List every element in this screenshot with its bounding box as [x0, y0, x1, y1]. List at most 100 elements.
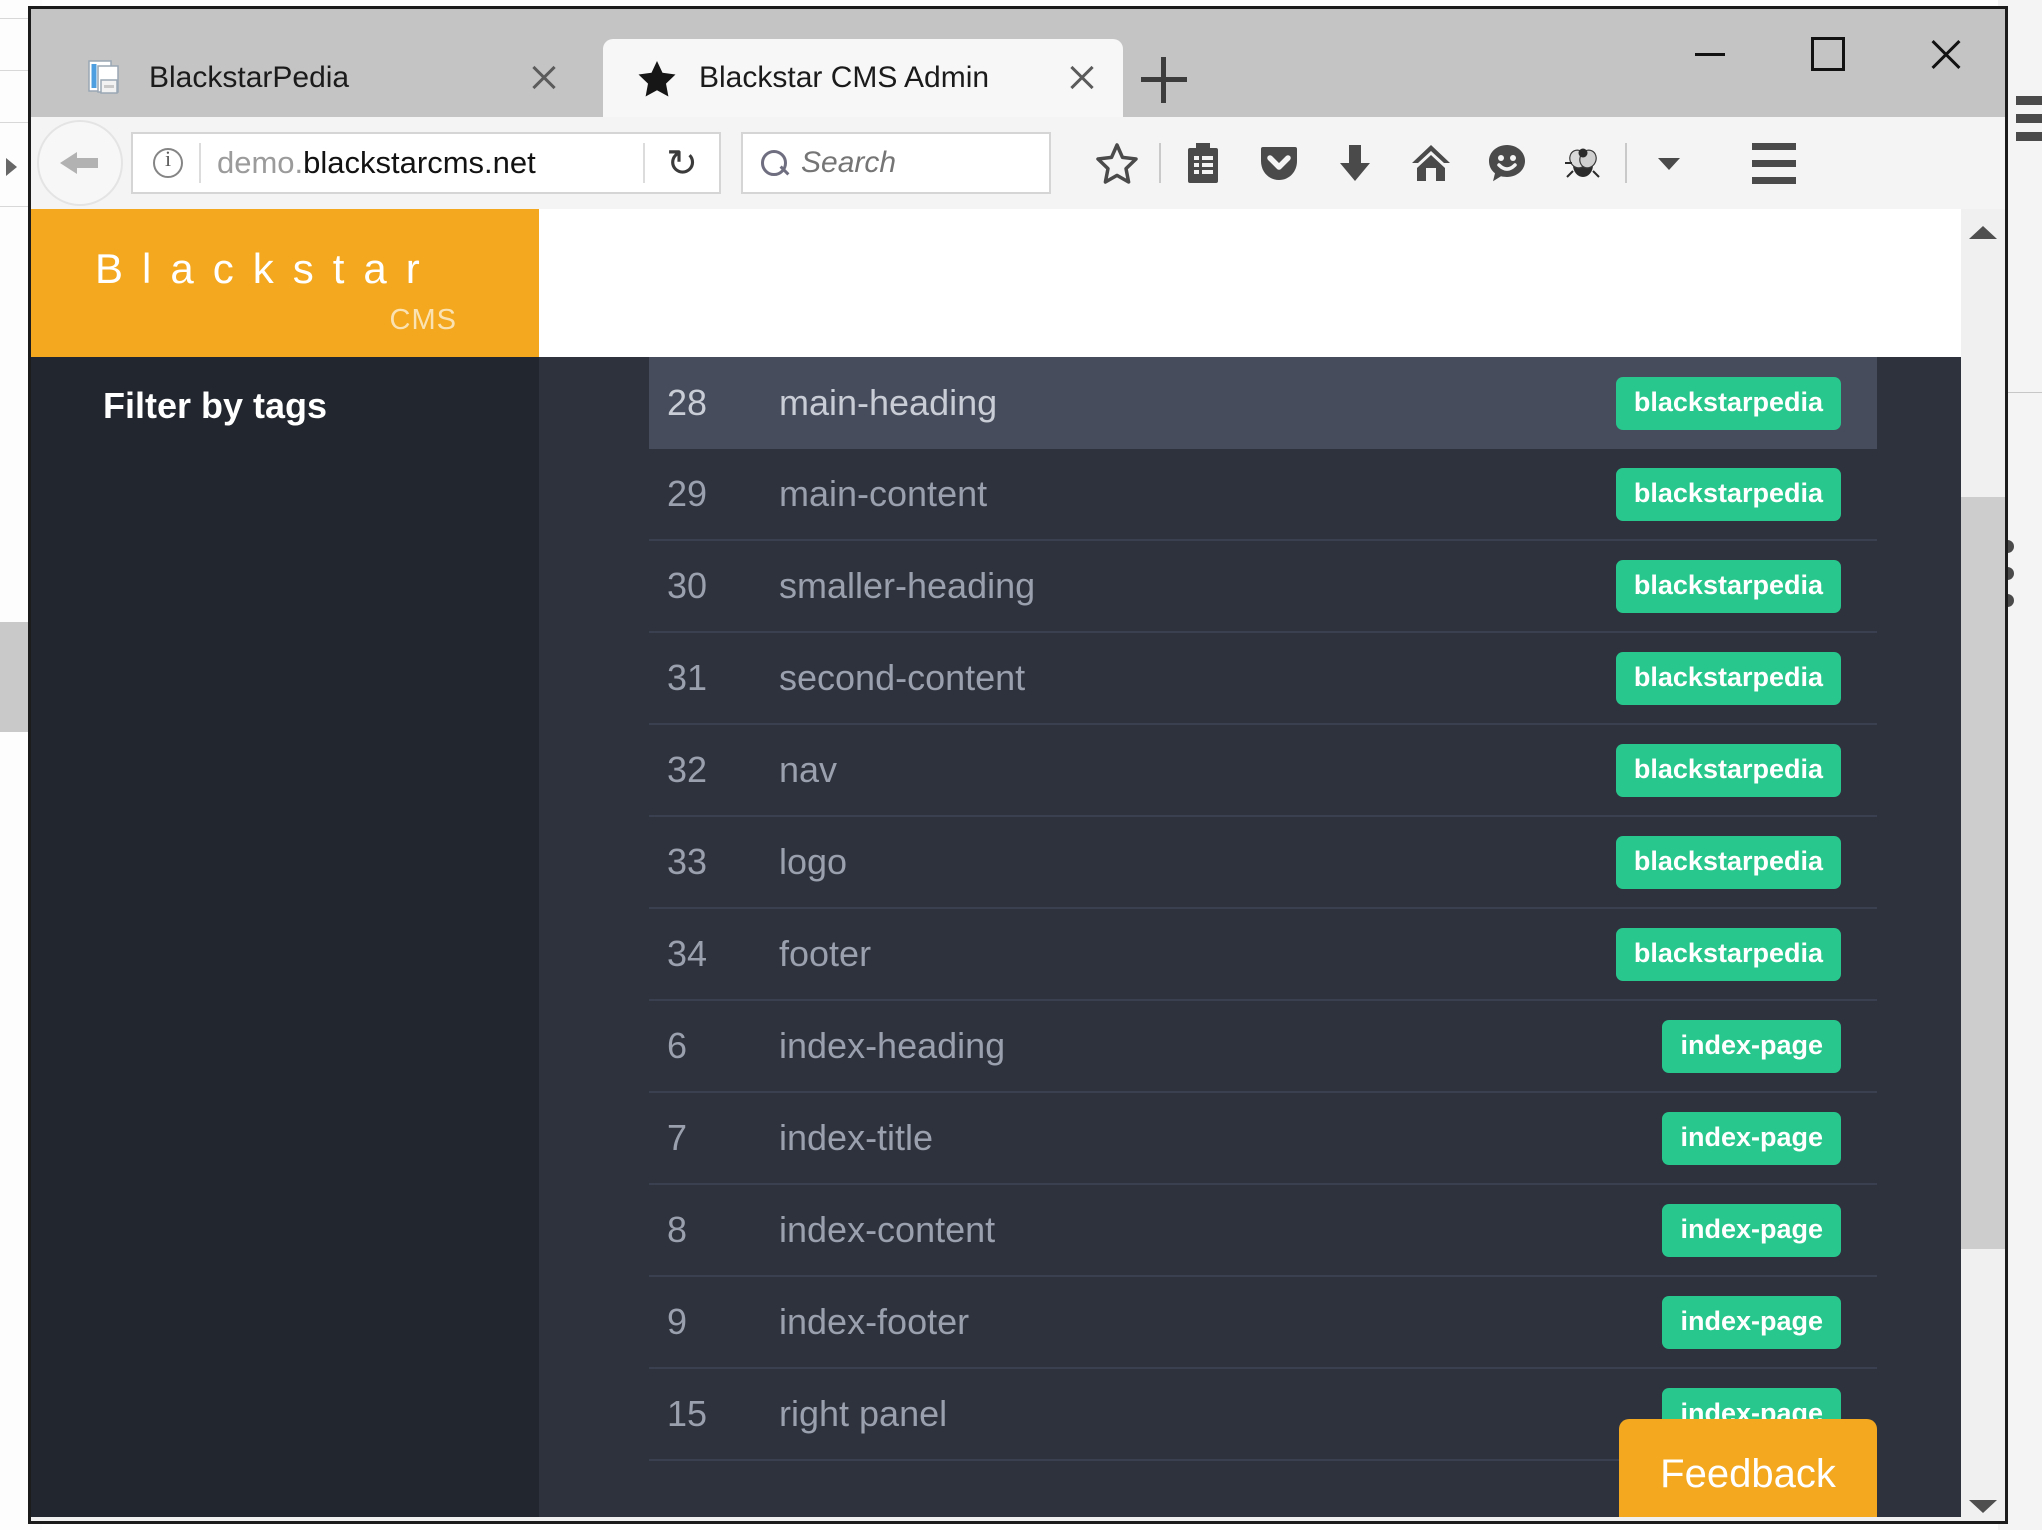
url-text: demo.blackstarcms.net — [201, 145, 643, 181]
row-id: 15 — [667, 1393, 708, 1434]
row-id: 29 — [667, 473, 708, 514]
overflow-chevron-down-icon[interactable] — [1631, 125, 1707, 201]
tab-title: BlackstarPedia — [149, 61, 350, 94]
new-tab-button[interactable] — [1141, 57, 1187, 103]
tag-badge[interactable]: blackstarpedia — [1615, 376, 1841, 430]
row-tags: blackstarpedia — [1615, 651, 1877, 705]
content-area: 28 main-heading blackstarpedia 29 main-conte… — [539, 209, 2005, 1521]
table-row[interactable]: 31 second-content blackstarpedia — [649, 633, 1877, 725]
star-icon — [637, 58, 677, 98]
row-tags: blackstarpedia — [1615, 835, 1877, 889]
hamburger-menu-button[interactable] — [1729, 125, 1819, 201]
table-row[interactable]: 8 index-content index-page — [649, 1185, 1877, 1277]
row-tags: index-page — [1662, 1019, 1877, 1073]
window-controls — [1651, 9, 2005, 99]
home-icon[interactable] — [1393, 125, 1469, 201]
tag-badge[interactable]: blackstarpedia — [1615, 559, 1841, 613]
row-name: smaller-heading — [779, 565, 1036, 606]
tab-strip: BlackstarPedia Blackstar CMS Admin — [31, 9, 2005, 117]
app-logo[interactable]: Blackstar CMS — [31, 209, 539, 357]
divider — [1159, 143, 1161, 183]
tag-badge[interactable]: index-page — [1662, 1295, 1841, 1349]
row-name: index-heading — [779, 1025, 1006, 1066]
document-stack-icon — [87, 58, 127, 98]
chevron-down-icon — [1969, 1499, 1997, 1513]
row-id: 33 — [667, 841, 708, 882]
scroll-up-button[interactable] — [1961, 209, 2005, 255]
back-button[interactable] — [37, 120, 123, 206]
row-name: logo — [779, 841, 848, 882]
filter-by-tags-heading: Filter by tags — [103, 385, 328, 426]
tag-badge[interactable]: blackstarpedia — [1615, 651, 1841, 705]
bookmark-star-icon[interactable] — [1079, 125, 1155, 201]
table-row[interactable]: 7 index-title index-page — [649, 1093, 1877, 1185]
page-scrollbar[interactable] — [1961, 209, 2005, 1521]
tag-badge[interactable]: blackstarpedia — [1615, 467, 1841, 521]
maximize-button[interactable] — [1769, 9, 1887, 99]
tag-badge[interactable]: index-page — [1662, 1111, 1841, 1165]
navigation-toolbar: demo.blackstarcms.net ↻ — [31, 117, 2005, 209]
logo-subtitle: CMS — [389, 304, 457, 336]
page-viewport: Blackstar CMS Filter by tags 28 main-head… — [31, 209, 2005, 1521]
scrollbar-thumb[interactable] — [1961, 497, 2005, 1249]
row-id: 7 — [667, 1117, 688, 1158]
background-hamburger-icon — [2016, 96, 2042, 150]
pocket-icon[interactable] — [1241, 125, 1317, 201]
row-name: nav — [779, 749, 838, 790]
row-name: right panel — [779, 1393, 948, 1434]
tag-badge[interactable]: index-page — [1662, 1019, 1841, 1073]
tag-badge[interactable]: blackstarpedia — [1615, 835, 1841, 889]
site-identity-icon[interactable] — [153, 146, 183, 178]
search-icon — [761, 150, 787, 176]
app-sidebar: Blackstar CMS Filter by tags — [31, 209, 539, 1521]
url-host: blackstarcms.net — [303, 145, 536, 180]
url-prefix: demo. — [217, 145, 304, 180]
logo-wordmark: Blackstar — [95, 245, 439, 292]
downloads-icon[interactable] — [1317, 125, 1393, 201]
row-tags: blackstarpedia — [1615, 743, 1877, 797]
table-row[interactable]: 33 logo blackstarpedia — [649, 817, 1877, 909]
close-icon[interactable] — [1065, 61, 1099, 95]
minimize-button[interactable] — [1651, 9, 1769, 99]
chat-smiley-icon[interactable] — [1469, 125, 1545, 201]
background-arrow-icon — [6, 158, 17, 176]
table-row[interactable]: 29 main-content blackstarpedia — [649, 449, 1877, 541]
content-header-bar — [539, 209, 2005, 357]
feedback-button[interactable]: Feedback — [1619, 1419, 1877, 1521]
tag-badge[interactable]: blackstarpedia — [1615, 927, 1841, 981]
table-row[interactable]: 32 nav blackstarpedia — [649, 725, 1877, 817]
row-id: 6 — [667, 1025, 688, 1066]
tag-table: 28 main-heading blackstarpedia 29 main-conte… — [539, 357, 2005, 1461]
row-id: 34 — [667, 933, 708, 974]
table-row[interactable]: 28 main-heading blackstarpedia — [649, 357, 1877, 449]
row-name: main-content — [779, 473, 988, 514]
row-name: second-content — [779, 657, 1026, 698]
browser-tab-blackstarpedia[interactable]: BlackstarPedia — [53, 39, 583, 117]
browser-tab-blackstar-cms-admin[interactable]: Blackstar CMS Admin — [603, 39, 1123, 117]
row-id: 28 — [667, 382, 708, 423]
row-tags: blackstarpedia — [1615, 376, 1877, 430]
url-bar[interactable]: demo.blackstarcms.net ↻ — [131, 132, 721, 194]
bug-icon[interactable] — [1545, 125, 1621, 201]
table-row[interactable]: 6 index-heading index-page — [649, 1001, 1877, 1093]
search-input[interactable] — [801, 146, 1049, 180]
table-row[interactable]: 9 index-footer index-page — [649, 1277, 1877, 1369]
tag-badge[interactable]: blackstarpedia — [1615, 743, 1841, 797]
tag-badge[interactable]: index-page — [1662, 1203, 1841, 1257]
row-id: 8 — [667, 1209, 688, 1250]
row-tags: blackstarpedia — [1615, 927, 1877, 981]
close-window-button[interactable] — [1887, 9, 2005, 99]
reload-icon[interactable]: ↻ — [645, 141, 719, 185]
chevron-up-icon — [1969, 225, 1997, 239]
table-row[interactable]: 30 smaller-heading blackstarpedia — [649, 541, 1877, 633]
row-name: index-footer — [779, 1301, 970, 1342]
row-name: main-heading — [779, 382, 998, 423]
toolbar-icons — [1079, 125, 1819, 201]
row-tags: blackstarpedia — [1615, 559, 1877, 613]
search-bar[interactable] — [741, 132, 1051, 194]
close-icon[interactable] — [527, 61, 561, 95]
row-tags: blackstarpedia — [1615, 467, 1877, 521]
table-row[interactable]: 34 footer blackstarpedia — [649, 909, 1877, 1001]
library-list-icon[interactable] — [1165, 125, 1241, 201]
row-id: 32 — [667, 749, 708, 790]
